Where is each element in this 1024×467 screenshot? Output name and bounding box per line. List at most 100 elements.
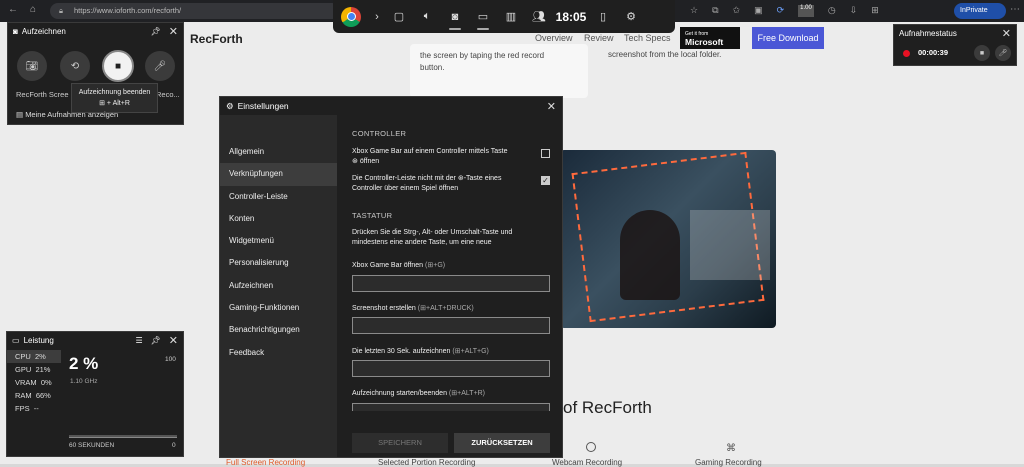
option1-line2-row: ⊛ öffnen xyxy=(352,157,537,167)
recording-timer: 00:00:39 xyxy=(918,48,949,57)
mouse-icon[interactable]: ▯ xyxy=(589,0,617,33)
chart-icon[interactable]: ▥ xyxy=(497,0,525,33)
social-icon[interactable]: 👥︎ xyxy=(525,0,553,33)
free-download-button[interactable]: Free Download xyxy=(752,27,824,49)
section-heading: of RecForth xyxy=(563,398,652,417)
capture-icon[interactable]: ◙ xyxy=(441,0,469,33)
extensions-icon[interactable]: ⧉ xyxy=(712,5,718,17)
bottom-tab-webcam[interactable]: Webcam Recording xyxy=(552,458,622,467)
microsoft-store-badge[interactable]: Get it from Microsoft xyxy=(680,27,740,49)
close-perf-icon[interactable]: ✕ xyxy=(169,334,178,347)
options-icon[interactable]: ☰ xyxy=(135,336,142,345)
perf-row-fps[interactable]: FPS -- xyxy=(7,402,61,415)
inprivate-badge[interactable]: InPrivate xyxy=(954,3,1006,19)
widget-icon[interactable]: ▢ xyxy=(385,0,413,33)
nav-controller-leiste[interactable]: Controller-Leiste xyxy=(220,186,337,208)
nav-konten[interactable]: Konten xyxy=(220,208,337,230)
collections-icon[interactable]: ▣ xyxy=(754,5,763,17)
shortcut-field-record[interactable] xyxy=(352,403,550,411)
performance-widget: ▭ Leistung ☰ 📌︎ ✕ CPU 2% GPU 21% VRAM 0%… xyxy=(6,331,184,457)
perf-list: CPU 2% GPU 21% VRAM 0% RAM 66% FPS -- xyxy=(7,350,61,415)
screenshot-label: RecForth Scree xyxy=(16,90,69,99)
address-bar[interactable]: 🔒︎ https://www.ioforth.com/recforth/ xyxy=(50,3,340,19)
perf-row-ram[interactable]: RAM 66% xyxy=(7,389,61,402)
checkbox-controller-open[interactable] xyxy=(541,149,550,158)
history-icon[interactable]: ◷ xyxy=(828,5,836,17)
star-icon[interactable]: ☆ xyxy=(690,5,698,17)
mic-off-button[interactable]: 🎤︎ xyxy=(145,51,175,81)
ram-label: RAM xyxy=(15,391,32,400)
apps-icon[interactable]: ⊞ xyxy=(871,5,879,17)
stop-recording-tooltip: Aufzeichnung beenden ⊞ + Alt+R xyxy=(71,83,158,113)
feature-card-left: the screen by taping the red record butt… xyxy=(410,44,588,98)
shortcut-keys-record: (⊞+ALT+R) xyxy=(448,390,485,397)
favorites-icon[interactable]: ✩ xyxy=(733,5,741,17)
pin-icon[interactable]: 📌︎ xyxy=(151,27,161,36)
site-nav-review[interactable]: Review xyxy=(584,33,614,43)
bottom-tab-selected[interactable]: Selected Portion Recording xyxy=(378,458,475,467)
inprivate-label: InPrivate xyxy=(960,7,988,14)
gear-icon[interactable]: ⚙ xyxy=(617,0,645,33)
nav-benachrichtigungen[interactable]: Benachrichtigungen xyxy=(220,319,337,341)
option-controller-bar: Die Controller-Leiste nicht mit der ⊛-Ta… xyxy=(352,174,537,194)
stop-recording-button[interactable]: ■ xyxy=(102,50,134,82)
perf-frequency: 1.10 GHz xyxy=(70,378,98,385)
home-icon[interactable]: ⌂ xyxy=(30,4,36,15)
site-nav-overview[interactable]: Overview xyxy=(535,33,573,43)
record-last-button[interactable]: ⟲ xyxy=(60,51,90,81)
hero-chalkboard xyxy=(690,210,770,280)
nav-allgemein[interactable]: Allgemein xyxy=(220,141,337,163)
pin-perf-icon[interactable]: 📌︎ xyxy=(151,336,161,345)
save-button[interactable]: SPEICHERN xyxy=(352,433,448,453)
chrome-icon[interactable] xyxy=(333,0,369,33)
bottom-tab-gaming[interactable]: Gaming Recording xyxy=(695,458,762,467)
perf-min: 0 xyxy=(172,442,176,449)
perf-row-gpu[interactable]: GPU 21% xyxy=(7,363,61,376)
shortcut-field-screenshot[interactable] xyxy=(352,317,550,334)
record-label: Reco... xyxy=(156,90,180,99)
nav-gaming-funktionen[interactable]: Gaming-Funktionen xyxy=(220,297,337,319)
show-captures-label: Meine Aufnahmen anzeigen xyxy=(25,110,119,119)
shortcut-label-last30: Die letzten 30 Sek. aufzeichnen (⊞+ALT+G… xyxy=(352,347,489,357)
status-title: Aufnahmestatus xyxy=(899,28,957,38)
controller-header: CONTROLLER xyxy=(352,129,407,138)
nav-aufzeichnen[interactable]: Aufzeichnen xyxy=(220,275,337,297)
chevron-right-icon[interactable]: › xyxy=(369,0,385,33)
perf-row-vram[interactable]: VRAM 0% xyxy=(7,376,61,389)
perf-row-cpu[interactable]: CPU 2% xyxy=(7,350,61,363)
cpu-label: CPU xyxy=(15,352,31,361)
menu-icon[interactable]: ⋯ xyxy=(1010,4,1020,15)
profile-badge[interactable]: 1.00 xyxy=(798,5,814,17)
stop-button-small[interactable]: ■ xyxy=(974,45,990,61)
close-status-icon[interactable]: ✕ xyxy=(1002,27,1011,40)
volume-icon[interactable]: 🔈︎ xyxy=(413,0,441,33)
nav-verknuepfungen[interactable]: Verknüpfungen xyxy=(220,163,337,186)
back-icon[interactable]: ← xyxy=(8,4,18,15)
checkbox-controller-bar[interactable]: ✓ xyxy=(541,176,550,185)
option-controller-open: Xbox Game Bar auf einem Controller mitte… xyxy=(352,147,537,167)
show-captures-link[interactable]: ▤ Meine Aufnahmen anzeigen xyxy=(16,110,118,119)
close-icon[interactable]: ✕ xyxy=(169,25,178,38)
screenshot-button[interactable]: 📷︎ xyxy=(17,51,47,81)
downloads-icon[interactable]: ⇩ xyxy=(850,5,858,17)
shortcut-label-record: Aufzeichnung starten/beenden (⊞+ALT+R) xyxy=(352,389,485,399)
settings-close-icon[interactable]: ✕ xyxy=(547,100,556,113)
nav-feedback[interactable]: Feedback xyxy=(220,342,337,364)
shortcut-field-open[interactable] xyxy=(352,275,550,292)
performance-title: Leistung xyxy=(23,335,54,345)
sync-icon[interactable]: ⟳ xyxy=(777,5,785,17)
nav-personalisierung[interactable]: Personalisierung xyxy=(220,252,337,274)
toolbar-icons: ☆ ⧉ ✩ ▣ ⟳ 1.00 ◷ ⇩ ⊞ xyxy=(690,5,940,17)
nav-widgetmenue[interactable]: Widgetmenü xyxy=(220,230,337,252)
hero-person xyxy=(620,210,680,300)
site-logo[interactable]: RecForth xyxy=(190,32,243,46)
shortcut-field-last30[interactable] xyxy=(352,360,550,377)
option2-line1-row: Die Controller-Leiste nicht mit der ⊛-Ta… xyxy=(352,174,537,184)
keyboard-desc-2: mindestens eine andere Taste, um eine ne… xyxy=(352,239,492,246)
perf-max: 100 xyxy=(165,356,176,363)
site-nav-tech-specs[interactable]: Tech Specs xyxy=(624,33,671,43)
performance-icon[interactable]: ▭ xyxy=(469,0,497,33)
reset-button[interactable]: ZURÜCKSETZEN xyxy=(454,433,550,453)
mic-off-small-icon[interactable]: 🎤︎ xyxy=(995,45,1011,61)
bottom-tab-fullscreen[interactable]: Full Screen Recording xyxy=(226,458,305,467)
